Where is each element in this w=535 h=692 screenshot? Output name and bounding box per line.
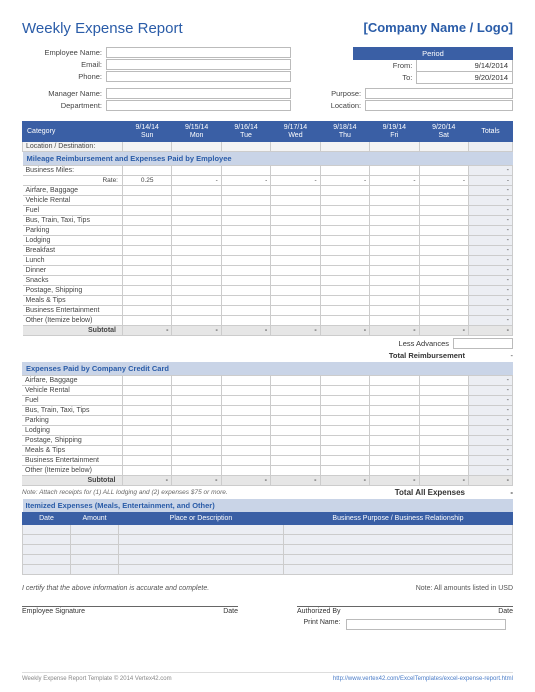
authorized-date-label: Date [498, 608, 513, 615]
to-value: 9/20/2014 [417, 72, 513, 84]
itemized-col-amount: Amount [71, 513, 119, 525]
col-day-3: 9/17/14Wed [271, 122, 320, 142]
itemized-col-place: Place or Description [119, 513, 284, 525]
col-totals: Totals [469, 122, 513, 142]
itemized-table: Itemized Expenses (Meals, Entertainment,… [22, 499, 513, 575]
employee-signature-label: Employee Signature [22, 608, 85, 615]
less-advances-row: Less Advances [22, 338, 513, 349]
col-day-2: 9/16/14Tue [221, 122, 270, 142]
certification-text: I certify that the above information is … [22, 585, 209, 592]
manager-info: Manager Name: Department: Purpose: Locat… [22, 88, 513, 111]
email-label: Email: [22, 60, 102, 69]
company-logo-placeholder: [Company Name / Logo] [363, 20, 513, 35]
currency-note: Note: All amounts listed in USD [416, 585, 513, 592]
col-day-4: 9/18/14Thu [320, 122, 369, 142]
col-category: Category [23, 122, 123, 142]
expense-grid-2: Expenses Paid by Company Credit CardAirf… [22, 362, 513, 486]
from-value: 9/14/2014 [417, 60, 513, 72]
total-reimbursement-value: - [469, 351, 513, 360]
location-input[interactable] [365, 100, 513, 111]
manager-label: Manager Name: [22, 89, 102, 98]
col-day-0: 9/14/14Sun [123, 122, 172, 142]
less-advances-input[interactable] [453, 338, 513, 349]
location-label: Location: [311, 101, 361, 110]
report-title: Weekly Expense Report [22, 20, 183, 37]
employee-signature-block: Employee Signature Date [22, 606, 238, 630]
purpose-label: Purpose: [311, 89, 361, 98]
receipts-note: Note: Attach receipts for (1) ALL lodgin… [22, 489, 228, 496]
authorized-signature-block: Authorized By Date Print Name: [297, 606, 513, 630]
itemized-col-date: Date [23, 513, 71, 525]
to-label: To: [354, 72, 417, 84]
purpose-input[interactable] [365, 88, 513, 99]
phone-label: Phone: [22, 72, 102, 81]
employee-name-input[interactable] [106, 47, 291, 58]
total-reimbursement-row: Total Reimbursement - [22, 351, 513, 360]
manager-input[interactable] [106, 88, 291, 99]
expense-report-page: Weekly Expense Report [Company Name / Lo… [0, 0, 535, 692]
signature-row: Employee Signature Date Authorized By Da… [22, 606, 513, 630]
certification-row: I certify that the above information is … [22, 585, 513, 592]
total-all-label: Total All Expenses [395, 488, 465, 497]
period-header: Period [354, 48, 513, 60]
expense-grid: Category 9/14/14Sun 9/15/14Mon 9/16/14Tu… [22, 121, 513, 336]
header: Weekly Expense Report [Company Name / Lo… [22, 20, 513, 37]
from-label: From: [354, 60, 417, 72]
total-all-value: - [473, 488, 513, 497]
email-input[interactable] [106, 59, 291, 70]
employee-info: Employee Name: Email: Phone: Period From… [22, 47, 513, 84]
col-day-1: 9/15/14Mon [172, 122, 221, 142]
dept-label: Department: [22, 101, 102, 110]
period-table: Period From:9/14/2014 To:9/20/2014 [353, 47, 513, 84]
col-day-5: 9/19/14Fri [370, 122, 419, 142]
employee-name-label: Employee Name: [22, 48, 102, 57]
dept-input[interactable] [106, 100, 291, 111]
employee-date-label: Date [223, 608, 238, 615]
total-reimbursement-label: Total Reimbursement [389, 351, 465, 360]
phone-input[interactable] [106, 71, 291, 82]
page-footer: Weekly Expense Report Template © 2014 Ve… [22, 672, 513, 682]
col-day-6: 9/20/14Sat [419, 122, 468, 142]
itemized-col-purpose: Business Purpose / Business Relationship [284, 513, 513, 525]
itemized-header: Itemized Expenses (Meals, Entertainment,… [23, 499, 513, 513]
print-name-label: Print Name: [304, 619, 341, 630]
authorized-label: Authorized By [297, 608, 341, 615]
receipts-note-row: Note: Attach receipts for (1) ALL lodgin… [22, 488, 513, 497]
footer-right: http://www.vertex42.com/ExcelTemplates/e… [333, 676, 513, 682]
less-advances-label: Less Advances [399, 339, 449, 348]
print-name-input[interactable] [346, 619, 506, 630]
grid-header-row: Category 9/14/14Sun 9/15/14Mon 9/16/14Tu… [23, 122, 513, 142]
footer-left: Weekly Expense Report Template © 2014 Ve… [22, 676, 172, 682]
